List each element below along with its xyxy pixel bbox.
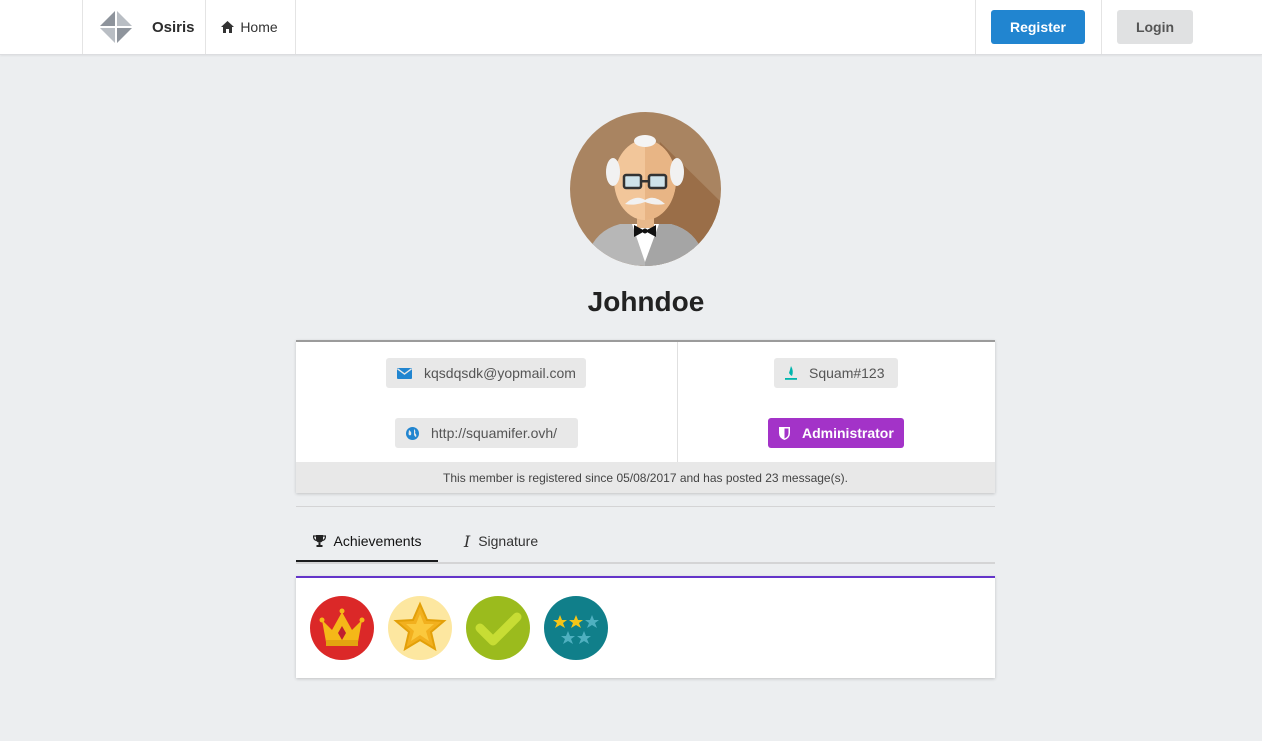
profile-card: kqsdqsdk@yopmail.com http://squamifer.ov… xyxy=(296,340,995,493)
user-avatar xyxy=(570,112,721,266)
brand-name: Osiris xyxy=(152,18,195,36)
website-label[interactable]: http://squamifer.ovh/ xyxy=(395,418,578,448)
globe-icon xyxy=(406,426,419,440)
tab-signature-label: Signature xyxy=(478,533,539,549)
envelope-icon xyxy=(397,367,412,379)
top-navbar: Osiris Home Register Login xyxy=(0,0,1262,55)
italic-icon: I xyxy=(463,531,471,551)
star-badge-icon[interactable] xyxy=(388,596,452,660)
nav-home-label: Home xyxy=(240,19,278,35)
role-text: Administrator xyxy=(802,425,894,441)
osiris-logo-icon xyxy=(99,10,133,44)
crown-badge-icon[interactable] xyxy=(310,596,374,660)
tab-achievements[interactable]: Achievements xyxy=(296,522,438,562)
login-button[interactable]: Login xyxy=(1117,10,1193,44)
stars-badge-icon[interactable] xyxy=(544,596,608,660)
email-text: kqsdqsdk@yopmail.com xyxy=(424,365,576,381)
steam-label[interactable]: Squam#123 xyxy=(774,358,898,388)
achievements-panel xyxy=(296,576,995,678)
tab-signature[interactable]: I Signature xyxy=(446,522,556,560)
profile-tabs: Achievements I Signature xyxy=(296,522,995,564)
register-button[interactable]: Register xyxy=(991,10,1085,44)
website-text: http://squamifer.ovh/ xyxy=(431,425,558,441)
profile-username: Johndoe xyxy=(587,286,705,317)
trophy-icon xyxy=(312,535,326,547)
member-info-footer: This member is registered since 05/08/20… xyxy=(296,462,995,493)
tab-achievements-label: Achievements xyxy=(333,533,422,549)
nav-separator xyxy=(1101,0,1102,54)
email-label[interactable]: kqsdqsdk@yopmail.com xyxy=(386,358,586,388)
check-badge-icon[interactable] xyxy=(466,596,530,660)
home-icon xyxy=(221,21,235,33)
shield-icon xyxy=(779,426,790,440)
brand-link[interactable]: Osiris xyxy=(82,0,206,54)
section-divider xyxy=(296,506,995,507)
steam-icon xyxy=(785,366,797,380)
role-label[interactable]: Administrator xyxy=(768,418,904,448)
nav-separator xyxy=(975,0,976,54)
nav-home[interactable]: Home xyxy=(204,0,296,54)
card-divider xyxy=(677,342,678,462)
steam-text: Squam#123 xyxy=(809,365,885,381)
